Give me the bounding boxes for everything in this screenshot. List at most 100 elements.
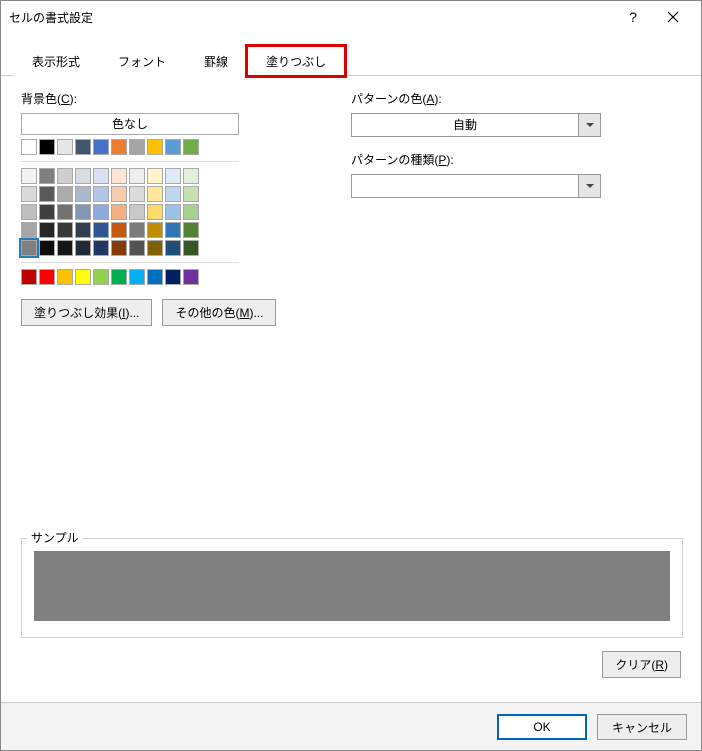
- color-swatch[interactable]: [93, 168, 109, 184]
- color-swatch[interactable]: [129, 139, 145, 155]
- close-button[interactable]: [653, 1, 693, 33]
- ok-button[interactable]: OK: [497, 714, 587, 740]
- pattern-color-dropdown[interactable]: 自動: [351, 113, 601, 137]
- tab-border[interactable]: 罫線: [185, 46, 247, 76]
- pattern-type-dropdown[interactable]: [351, 174, 601, 198]
- palette-row: [21, 222, 321, 238]
- color-swatch[interactable]: [165, 168, 181, 184]
- color-swatch[interactable]: [147, 186, 163, 202]
- color-swatch[interactable]: [111, 204, 127, 220]
- color-swatch[interactable]: [111, 186, 127, 202]
- color-swatch[interactable]: [147, 222, 163, 238]
- color-buttons-row: 塗りつぶし効果(I)... その他の色(M)...: [21, 299, 321, 326]
- color-palette: [21, 168, 321, 256]
- color-swatch[interactable]: [21, 168, 37, 184]
- clear-row: クリア(R): [602, 651, 681, 678]
- color-swatch[interactable]: [21, 139, 37, 155]
- color-swatch[interactable]: [21, 222, 37, 238]
- color-swatch[interactable]: [93, 204, 109, 220]
- clear-button[interactable]: クリア(R): [602, 651, 681, 678]
- palette-row: [21, 186, 321, 202]
- color-swatch[interactable]: [57, 168, 73, 184]
- tab-fill[interactable]: 塗りつぶし: [247, 46, 345, 76]
- color-swatch[interactable]: [57, 222, 73, 238]
- dialog-footer: OK キャンセル: [1, 702, 701, 750]
- color-swatch[interactable]: [147, 139, 163, 155]
- color-swatch[interactable]: [183, 269, 199, 285]
- tab-number-format[interactable]: 表示形式: [13, 46, 99, 76]
- color-swatch[interactable]: [183, 240, 199, 256]
- color-swatch[interactable]: [57, 269, 73, 285]
- color-swatch[interactable]: [39, 139, 55, 155]
- color-swatch[interactable]: [129, 204, 145, 220]
- color-swatch[interactable]: [93, 186, 109, 202]
- color-swatch[interactable]: [39, 222, 55, 238]
- color-swatch[interactable]: [183, 222, 199, 238]
- color-swatch[interactable]: [75, 204, 91, 220]
- color-swatch[interactable]: [21, 240, 37, 256]
- color-swatch[interactable]: [39, 269, 55, 285]
- color-swatch[interactable]: [21, 204, 37, 220]
- color-swatch[interactable]: [165, 269, 181, 285]
- color-swatch[interactable]: [39, 168, 55, 184]
- palette-divider: [21, 161, 239, 162]
- color-swatch[interactable]: [111, 222, 127, 238]
- color-swatch[interactable]: [111, 168, 127, 184]
- color-swatch[interactable]: [75, 168, 91, 184]
- color-swatch[interactable]: [129, 240, 145, 256]
- fill-effects-button[interactable]: 塗りつぶし効果(I)...: [21, 299, 152, 326]
- more-colors-button[interactable]: その他の色(M)...: [162, 299, 276, 326]
- color-swatch[interactable]: [111, 269, 127, 285]
- color-swatch[interactable]: [39, 186, 55, 202]
- color-swatch[interactable]: [111, 139, 127, 155]
- color-swatch[interactable]: [93, 222, 109, 238]
- color-swatch[interactable]: [165, 222, 181, 238]
- color-swatch[interactable]: [21, 269, 37, 285]
- color-swatch[interactable]: [39, 204, 55, 220]
- color-swatch[interactable]: [165, 139, 181, 155]
- color-swatch[interactable]: [183, 168, 199, 184]
- color-swatch[interactable]: [183, 139, 199, 155]
- color-swatch[interactable]: [129, 168, 145, 184]
- color-swatch[interactable]: [147, 168, 163, 184]
- standard-color-row: [21, 269, 321, 285]
- background-color-label: 背景色(C):: [21, 90, 321, 107]
- color-swatch[interactable]: [129, 222, 145, 238]
- color-swatch[interactable]: [147, 240, 163, 256]
- color-swatch[interactable]: [75, 240, 91, 256]
- chevron-down-icon: [578, 175, 600, 197]
- theme-color-row: [21, 139, 321, 155]
- no-color-button[interactable]: 色なし: [21, 113, 239, 135]
- color-swatch[interactable]: [75, 269, 91, 285]
- sample-box: [21, 538, 683, 638]
- color-swatch[interactable]: [93, 269, 109, 285]
- color-swatch[interactable]: [75, 222, 91, 238]
- color-swatch[interactable]: [165, 186, 181, 202]
- color-swatch[interactable]: [57, 240, 73, 256]
- sample-section: サンプル: [21, 521, 683, 638]
- color-swatch[interactable]: [183, 204, 199, 220]
- color-swatch[interactable]: [39, 240, 55, 256]
- color-swatch[interactable]: [183, 186, 199, 202]
- cancel-button[interactable]: キャンセル: [597, 714, 687, 740]
- color-swatch[interactable]: [93, 240, 109, 256]
- background-color-section: 背景色(C): 色なし 塗りつぶし効果(I)... その他の色(M)...: [21, 90, 321, 326]
- color-swatch[interactable]: [147, 269, 163, 285]
- color-swatch[interactable]: [129, 269, 145, 285]
- color-swatch[interactable]: [75, 186, 91, 202]
- color-swatch[interactable]: [57, 204, 73, 220]
- help-button[interactable]: ?: [613, 1, 653, 33]
- color-swatch[interactable]: [111, 240, 127, 256]
- color-swatch[interactable]: [75, 139, 91, 155]
- color-swatch[interactable]: [21, 186, 37, 202]
- color-swatch[interactable]: [57, 186, 73, 202]
- tab-font[interactable]: フォント: [99, 46, 185, 76]
- color-swatch[interactable]: [129, 186, 145, 202]
- pattern-type-label: パターンの種類(P):: [351, 151, 681, 168]
- color-swatch[interactable]: [57, 139, 73, 155]
- sample-preview: [34, 551, 670, 621]
- color-swatch[interactable]: [93, 139, 109, 155]
- color-swatch[interactable]: [165, 240, 181, 256]
- color-swatch[interactable]: [165, 204, 181, 220]
- color-swatch[interactable]: [147, 204, 163, 220]
